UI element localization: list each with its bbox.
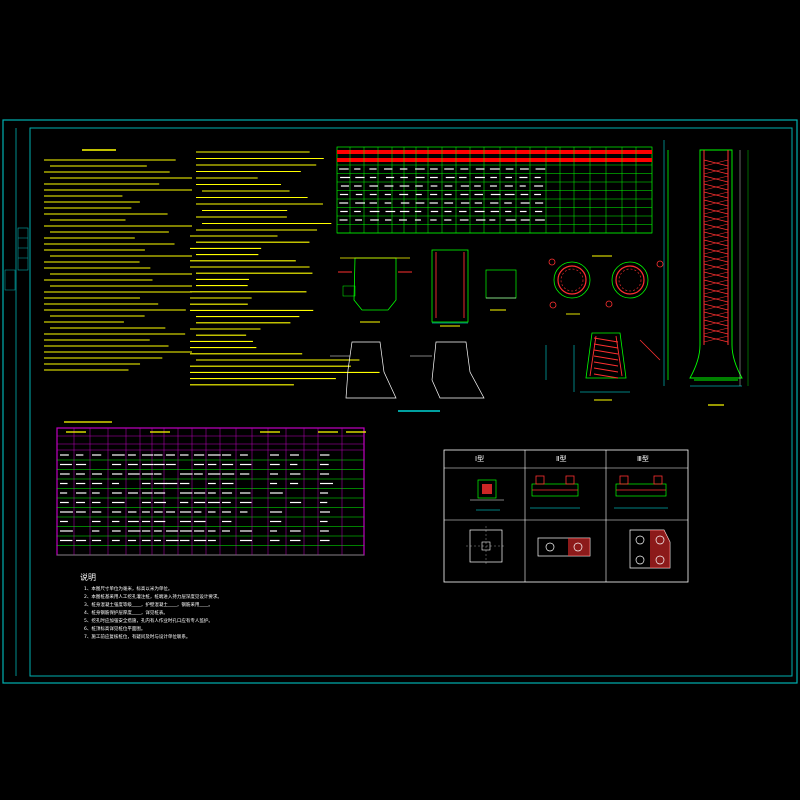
note-item-5: 5、挖孔时应加强安全措施，孔内有人作业时孔口应有专人监护。	[84, 619, 213, 624]
base-rebar	[593, 373, 619, 379]
pile-cap-types-panel	[443, 449, 689, 583]
pile-cap-type-3-label: Ⅲ型	[637, 455, 649, 463]
base-rebar	[593, 343, 619, 349]
note-item-6: 6、桩顶标高详见桩位平面图。	[84, 627, 146, 632]
base-rebar	[593, 361, 619, 367]
general-notes-text	[44, 159, 192, 371]
pile-cap-type-2-label: Ⅱ型	[556, 455, 567, 463]
pile-cap-schedule-table	[56, 421, 366, 556]
pile-cap-type-1-label: Ⅰ型	[475, 455, 485, 463]
note-item-1: 1、本图尺寸单位为毫米，标高以米为单位。	[84, 587, 173, 592]
title-strip	[4, 128, 31, 676]
base-rebar	[593, 367, 619, 373]
note-item-2: 2、本图桩基采用人工挖孔灌注桩，桩端进入持力层深度见设计要求。	[84, 595, 222, 600]
pile-elevation-detail	[663, 140, 749, 406]
base-rebar	[593, 337, 619, 343]
center-section-details	[330, 249, 664, 412]
cad-drawing-canvas	[2, 119, 798, 684]
note-item-4: 4、桩身钢筋保护层厚度____，详见桩表。	[84, 611, 168, 616]
note-item-7: 7、施工前应复核桩位，有疑问及时与设计单位联系。	[84, 635, 191, 640]
note-item-3: 3、桩身混凝土强度等级____，护壁混凝土____，钢筋采用____。	[84, 603, 213, 608]
notes-title: 说明	[80, 573, 96, 582]
base-rebar	[593, 355, 619, 361]
pile-schedule-table	[336, 146, 653, 234]
base-rebar	[593, 349, 619, 355]
